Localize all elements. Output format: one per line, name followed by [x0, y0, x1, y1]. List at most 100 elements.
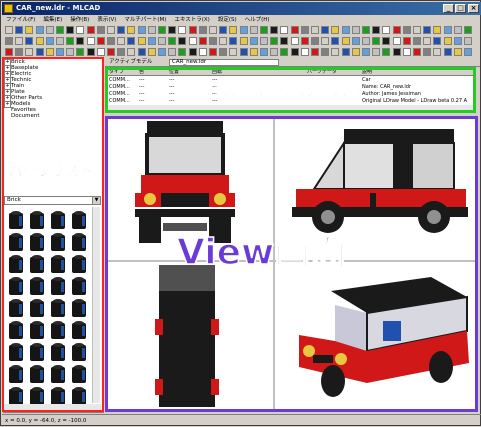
- toolbar-button[interactable]: [15, 26, 24, 34]
- toolbar-button[interactable]: [25, 48, 34, 56]
- toolbar-button[interactable]: [117, 37, 126, 45]
- toolbar-button[interactable]: [443, 48, 452, 56]
- maximize-button[interactable]: □: [455, 4, 466, 13]
- toolbar-button[interactable]: [321, 26, 330, 34]
- toolbar-button[interactable]: [147, 37, 156, 45]
- toolbar-button[interactable]: [209, 26, 217, 34]
- toolbar-button[interactable]: [331, 48, 340, 56]
- toolbar-button[interactable]: [280, 26, 289, 34]
- toolbar-button[interactable]: [117, 26, 126, 34]
- close-button[interactable]: ×: [468, 4, 479, 13]
- toolbar-button[interactable]: [198, 26, 207, 34]
- toolbar-button[interactable]: [453, 48, 462, 56]
- toolbar-button[interactable]: [331, 26, 340, 34]
- menu-multipart[interactable]: マルチパート(M): [120, 15, 170, 25]
- toolbar-button[interactable]: [351, 48, 360, 56]
- toolbar-button[interactable]: [86, 26, 95, 34]
- toolbar-button[interactable]: [35, 37, 44, 45]
- toolbar-button[interactable]: [300, 48, 309, 56]
- toolbar-button[interactable]: [5, 48, 13, 56]
- toolbar-button[interactable]: [178, 37, 187, 45]
- toolbar-button[interactable]: [107, 26, 115, 34]
- menu-settings[interactable]: 設定(S): [214, 15, 241, 25]
- toolbar-button[interactable]: [453, 26, 462, 34]
- toolbar-button[interactable]: [86, 48, 95, 56]
- toolbar-button[interactable]: [137, 26, 146, 34]
- toolbar-button[interactable]: [351, 26, 360, 34]
- toolbar-button[interactable]: [25, 37, 34, 45]
- toolbar-button[interactable]: [249, 37, 258, 45]
- toolbar-button[interactable]: [362, 26, 370, 34]
- toolbar-button[interactable]: [229, 48, 238, 56]
- toolbar-button[interactable]: [107, 48, 115, 56]
- toolbar-button[interactable]: [15, 48, 24, 56]
- toolbar-button[interactable]: [433, 26, 442, 34]
- toolbar-button[interactable]: [147, 26, 156, 34]
- toolbar-button[interactable]: [280, 48, 289, 56]
- toolbar-button[interactable]: [423, 26, 432, 34]
- toolbar-button[interactable]: [5, 26, 13, 34]
- toolbar-button[interactable]: [443, 37, 452, 45]
- toolbar-button[interactable]: [239, 26, 248, 34]
- toolbar-button[interactable]: [311, 37, 319, 45]
- toolbar-button[interactable]: [147, 48, 156, 56]
- toolbar-button[interactable]: [341, 37, 350, 45]
- toolbar-button[interactable]: [402, 37, 411, 45]
- toolbar-button[interactable]: [137, 37, 146, 45]
- toolbar-button[interactable]: [321, 48, 330, 56]
- toolbar-button[interactable]: [290, 48, 299, 56]
- toolbar-button[interactable]: [178, 48, 187, 56]
- toolbar-button[interactable]: [260, 37, 268, 45]
- menu-view[interactable]: 表示(V): [93, 15, 120, 25]
- toolbar-button[interactable]: [188, 26, 197, 34]
- toolbar-button[interactable]: [168, 26, 177, 34]
- menu-file[interactable]: ファイル(F): [2, 15, 39, 25]
- toolbar-button[interactable]: [209, 37, 217, 45]
- toolbar-button[interactable]: [56, 37, 64, 45]
- toolbar-button[interactable]: [76, 48, 85, 56]
- toolbar-button[interactable]: [260, 26, 268, 34]
- toolbar-button[interactable]: [270, 26, 279, 34]
- toolbar-button[interactable]: [229, 37, 238, 45]
- toolbar-button[interactable]: [86, 37, 95, 45]
- active-model-select[interactable]: CAR_new.ldr: [169, 59, 279, 66]
- toolbar-button[interactable]: [392, 48, 401, 56]
- toolbar-button[interactable]: [66, 26, 75, 34]
- toolbar-button[interactable]: [260, 48, 268, 56]
- toolbar-button[interactable]: [249, 48, 258, 56]
- toolbar-button[interactable]: [300, 37, 309, 45]
- menu-operation[interactable]: 操作(B): [66, 15, 93, 25]
- toolbar-button[interactable]: [239, 37, 248, 45]
- toolbar-button[interactable]: [453, 37, 462, 45]
- toolbar-button[interactable]: [433, 48, 442, 56]
- toolbar-button[interactable]: [76, 26, 85, 34]
- toolbar-button[interactable]: [341, 26, 350, 34]
- toolbar-button[interactable]: [362, 48, 370, 56]
- toolbar-button[interactable]: [372, 37, 381, 45]
- toolbar-button[interactable]: [229, 26, 238, 34]
- toolbar-button[interactable]: [219, 26, 228, 34]
- toolbar-button[interactable]: [107, 37, 115, 45]
- toolbar-button[interactable]: [413, 26, 421, 34]
- toolbar-button[interactable]: [168, 48, 177, 56]
- toolbar-button[interactable]: [311, 48, 319, 56]
- toolbar-button[interactable]: [413, 48, 421, 56]
- toolbar-button[interactable]: [127, 37, 136, 45]
- toolbar-button[interactable]: [443, 26, 452, 34]
- toolbar-button[interactable]: [219, 37, 228, 45]
- toolbar-button[interactable]: [392, 37, 401, 45]
- toolbar-button[interactable]: [413, 37, 421, 45]
- toolbar-button[interactable]: [270, 48, 279, 56]
- toolbar-button[interactable]: [137, 48, 146, 56]
- toolbar-button[interactable]: [280, 37, 289, 45]
- toolbar-button[interactable]: [96, 37, 105, 45]
- toolbar-button[interactable]: [209, 48, 217, 56]
- toolbar-button[interactable]: [56, 48, 64, 56]
- menu-edit[interactable]: 編集(E): [39, 15, 66, 25]
- menu-extra[interactable]: エキストラ(X): [170, 15, 213, 25]
- toolbar-button[interactable]: [464, 26, 472, 34]
- toolbar-button[interactable]: [362, 37, 370, 45]
- toolbar-button[interactable]: [270, 37, 279, 45]
- toolbar-button[interactable]: [66, 48, 75, 56]
- toolbar-button[interactable]: [382, 48, 391, 56]
